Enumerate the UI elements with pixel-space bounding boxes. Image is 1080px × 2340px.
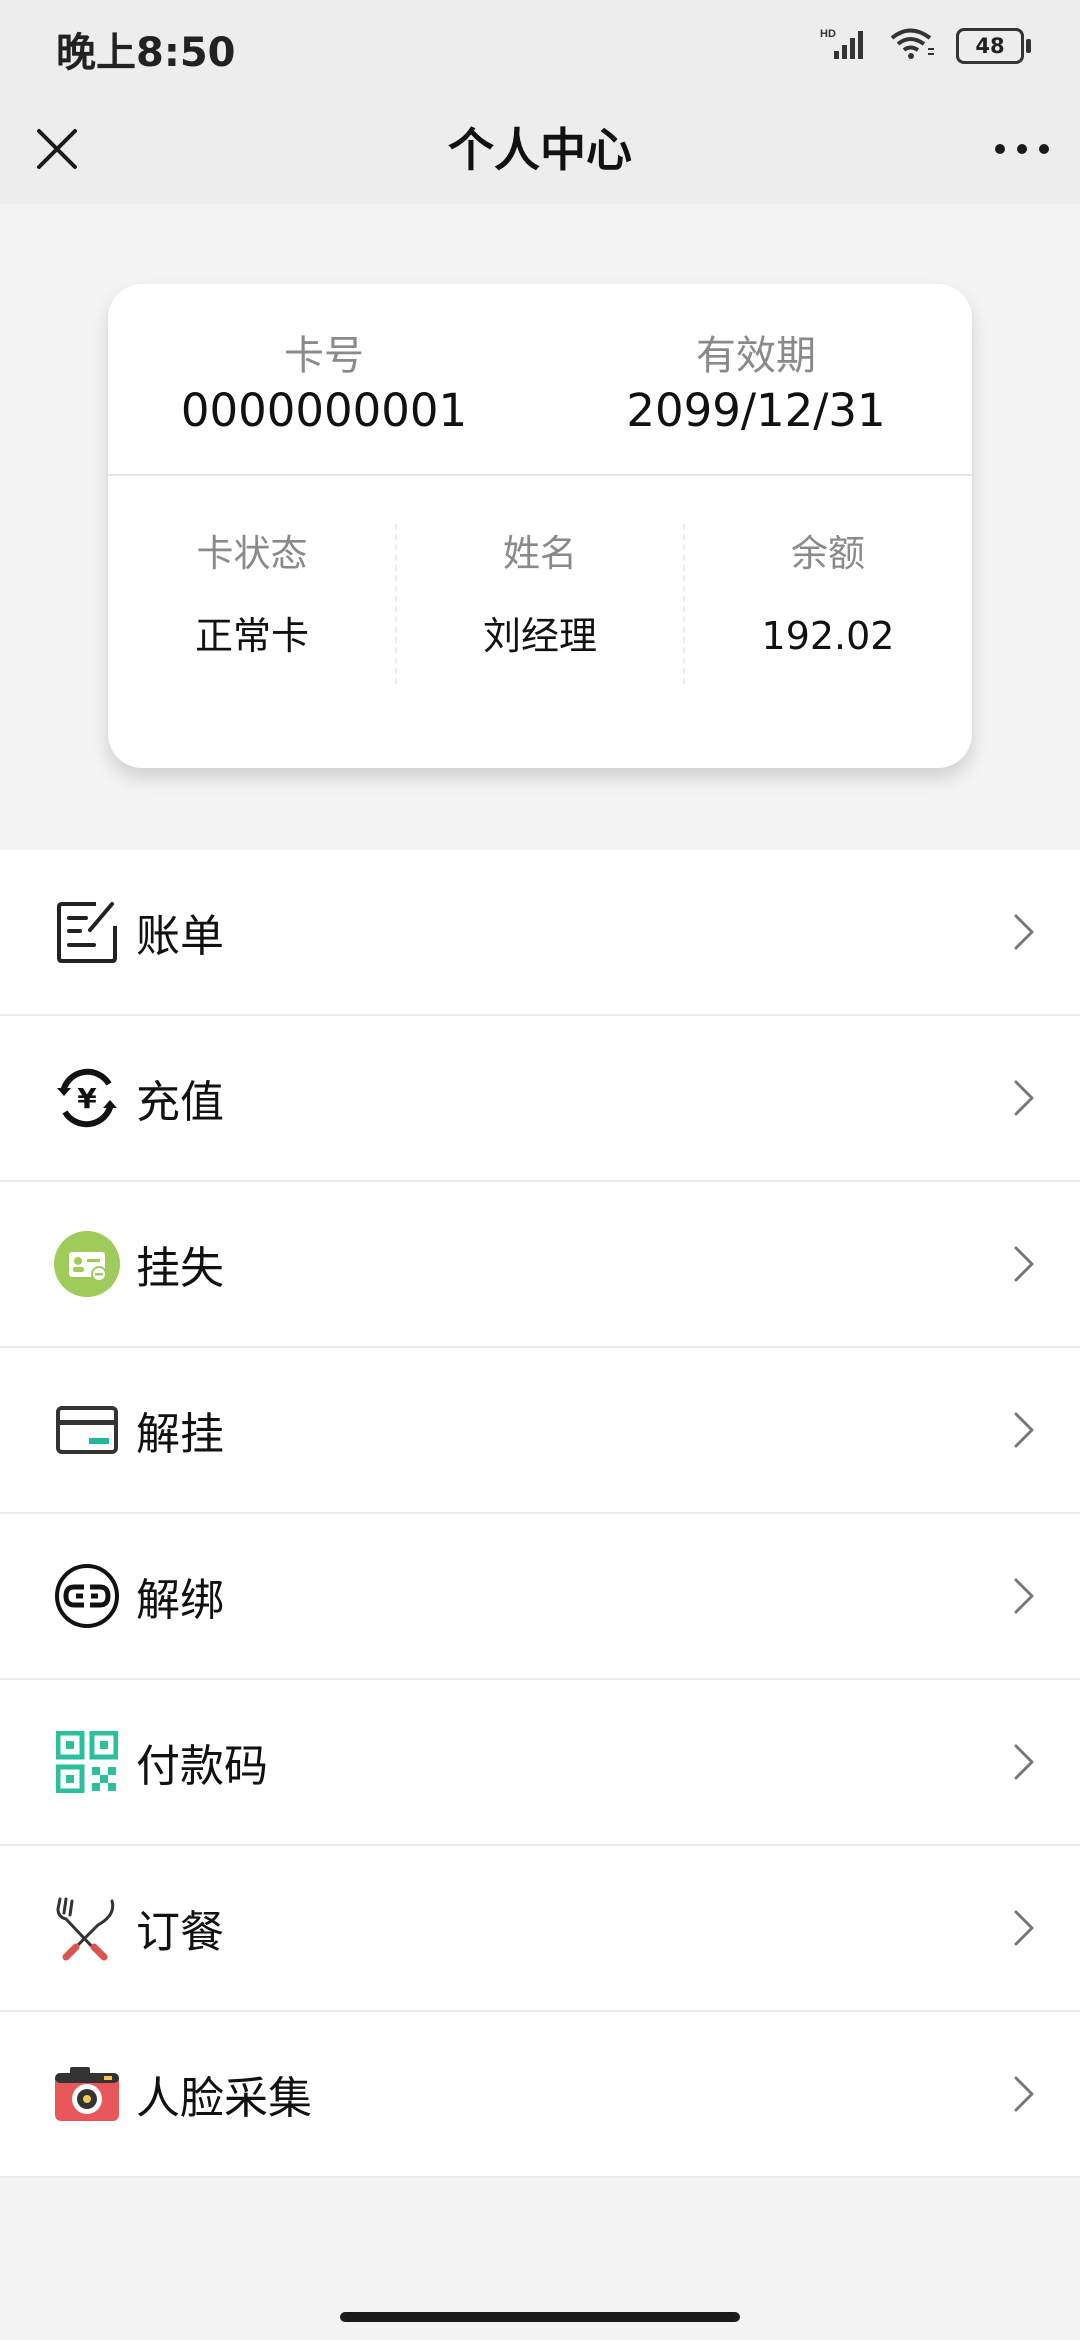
balance-label: 余额 xyxy=(791,532,865,575)
home-indicator[interactable] xyxy=(340,2312,740,2322)
menu-item-unbind[interactable]: 解绑 xyxy=(0,1514,1080,1680)
card-status-value: 正常卡 xyxy=(194,614,309,658)
recharge-icon: ¥ xyxy=(54,1065,120,1131)
menu-item-label: 解绑 xyxy=(136,1575,224,1626)
chevron-right-icon xyxy=(1004,2074,1044,2114)
status-bar: 晚上8:50 HD 48 xyxy=(0,0,1080,92)
menu-item-bill[interactable]: 账单 xyxy=(0,850,1080,1016)
balance-block: 余额 192.02 xyxy=(684,524,972,694)
menu-item-meal-order[interactable]: 订餐 xyxy=(0,1846,1080,2012)
more-icon xyxy=(995,144,1049,154)
menu-item-unreport[interactable]: 解挂 xyxy=(0,1348,1080,1514)
chevron-right-icon xyxy=(1004,1742,1044,1782)
card-status-label: 卡状态 xyxy=(196,532,308,575)
status-icons: HD 48 xyxy=(820,22,1031,70)
card-status-block: 卡状态 正常卡 xyxy=(108,524,396,694)
chevron-right-icon xyxy=(1004,1410,1044,1450)
card-bottom-section: 卡状态 正常卡 姓名 刘经理 余额 192.02 xyxy=(108,474,972,768)
menu-item-face-capture[interactable]: 人脸采集 xyxy=(0,2012,1080,2178)
name-label: 姓名 xyxy=(503,532,577,575)
name-value: 刘经理 xyxy=(482,614,597,658)
bill-icon xyxy=(54,899,120,965)
card-top-section: 卡号 0000000001 有效期 2099/12/31 xyxy=(108,284,972,476)
unbind-icon xyxy=(54,1563,120,1629)
expiry-block: 有效期 2099/12/31 xyxy=(540,334,972,442)
menu-item-label: 订餐 xyxy=(136,1907,224,1958)
status-time: 晚上8:50 xyxy=(56,30,236,76)
card-number-block: 卡号 0000000001 xyxy=(108,334,540,442)
chevron-right-icon xyxy=(1004,1078,1044,1118)
menu-list: 账单 ¥ 充值 挂失 解挂 解绑 付款码 订餐 人脸采集 xyxy=(0,850,1080,2178)
more-button[interactable] xyxy=(986,114,1058,184)
balance-value: 192.02 xyxy=(761,614,895,658)
menu-item-report-loss[interactable]: 挂失 xyxy=(0,1182,1080,1348)
chevron-right-icon xyxy=(1004,912,1044,952)
nav-bar: 个人中心 xyxy=(0,92,1080,204)
battery-level: 48 xyxy=(975,34,1005,58)
camera-icon xyxy=(54,2061,120,2127)
card-number-value: 0000000001 xyxy=(180,384,468,437)
svg-text:¥: ¥ xyxy=(77,1082,97,1115)
menu-item-payment-code[interactable]: 付款码 xyxy=(0,1680,1080,1846)
menu-item-label: 挂失 xyxy=(136,1243,224,1294)
wifi-icon xyxy=(890,27,936,65)
unreport-icon xyxy=(54,1397,120,1463)
chevron-right-icon xyxy=(1004,1244,1044,1284)
report-loss-icon xyxy=(54,1231,120,1297)
page-title: 个人中心 xyxy=(448,123,632,177)
menu-item-label: 人脸采集 xyxy=(136,2073,312,2124)
menu-item-label: 账单 xyxy=(136,911,224,962)
expiry-label: 有效期 xyxy=(696,333,816,379)
chevron-right-icon xyxy=(1004,1908,1044,1948)
battery-icon: 48 xyxy=(956,28,1031,64)
hd-label: HD xyxy=(820,28,836,40)
meal-order-icon xyxy=(54,1895,120,1961)
chevron-right-icon xyxy=(1004,1576,1044,1616)
menu-item-label: 解挂 xyxy=(136,1409,224,1460)
qr-code-icon xyxy=(54,1729,120,1795)
member-card: 卡号 0000000001 有效期 2099/12/31 卡状态 正常卡 姓名 … xyxy=(108,284,972,768)
menu-item-label: 充值 xyxy=(136,1077,224,1128)
signal-icon: HD xyxy=(820,27,870,65)
expiry-value: 2099/12/31 xyxy=(626,384,886,437)
menu-item-recharge[interactable]: ¥ 充值 xyxy=(0,1016,1080,1182)
menu-item-label: 付款码 xyxy=(136,1741,268,1792)
card-number-label: 卡号 xyxy=(284,333,364,379)
home-bar xyxy=(0,2294,1080,2340)
name-block: 姓名 刘经理 xyxy=(396,524,684,694)
